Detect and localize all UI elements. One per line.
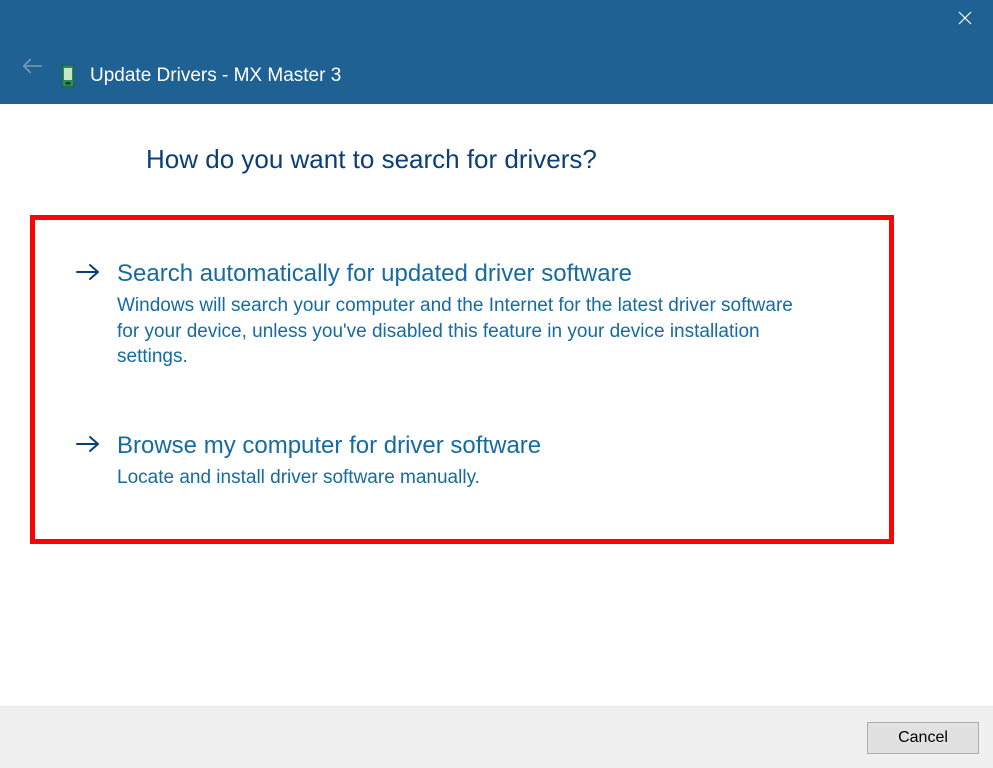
option-browse-computer[interactable]: Browse my computer for driver software L… — [75, 430, 849, 491]
option-title: Browse my computer for driver software — [117, 430, 849, 461]
close-icon — [958, 11, 972, 30]
arrow-right-icon — [75, 434, 103, 459]
wizard-content: How do you want to search for drivers? S… — [0, 104, 993, 544]
option-search-automatically[interactable]: Search automatically for updated driver … — [75, 258, 849, 370]
cancel-button[interactable]: Cancel — [867, 722, 979, 754]
arrow-right-icon — [75, 262, 103, 287]
device-icon — [60, 64, 76, 88]
back-button — [18, 54, 46, 82]
options-highlight-box: Search automatically for updated driver … — [30, 215, 894, 544]
option-title: Search automatically for updated driver … — [117, 258, 849, 289]
dialog-footer: Cancel — [0, 706, 993, 768]
window-title: Update Drivers - MX Master 3 — [90, 65, 341, 87]
page-heading: How do you want to search for drivers? — [0, 144, 993, 175]
back-arrow-icon — [21, 55, 43, 82]
title-bar: Update Drivers - MX Master 3 — [0, 0, 993, 104]
option-description: Locate and install driver software manua… — [117, 465, 817, 491]
close-button[interactable] — [945, 4, 985, 36]
option-description: Windows will search your computer and th… — [117, 293, 817, 370]
